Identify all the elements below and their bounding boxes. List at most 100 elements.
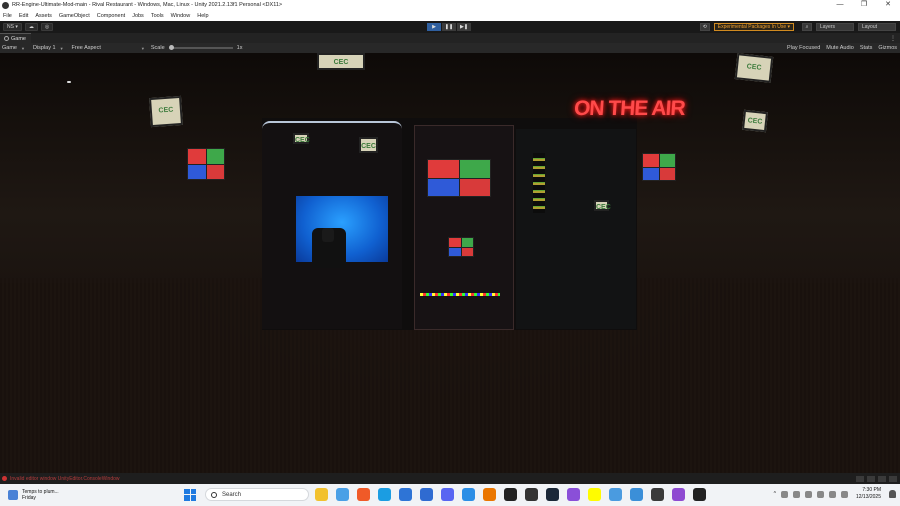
ceiling-light [67,81,71,83]
title-bar: RR-Engine-Ultimate-Mod-main - Rival Rest… [0,0,900,10]
mail-icon[interactable] [420,488,433,501]
weather-widget[interactable]: Temps to plum... Friday [8,489,59,501]
layout-dropdown[interactable]: Layout [858,23,896,31]
system-tray: ^ 7:30 PM 12/13/2025 [774,487,896,501]
unity-hub-icon[interactable] [504,488,517,501]
steam-icon[interactable] [546,488,559,501]
step-button[interactable]: ▶❚ [457,23,471,31]
mode-dropdown[interactable]: Game ▼ [2,45,31,51]
close-button[interactable]: ✕ [876,0,900,10]
store-icon[interactable] [399,488,412,501]
menu-edit[interactable]: Edit [19,13,28,19]
tab-bar: Game ⋮ [0,33,900,43]
vscode-icon[interactable] [462,488,475,501]
menu-file[interactable]: File [3,13,12,19]
light-tower [533,153,545,213]
menu-help[interactable]: Help [197,13,208,19]
search-icon[interactable]: ⌕ [802,23,812,31]
layers-dropdown[interactable]: Layers [816,23,854,31]
microphone-icon[interactable] [804,490,812,498]
tab-game[interactable]: Game [0,33,31,43]
account-label: NS [7,24,14,30]
aspect-label: Free Aspect [71,45,101,51]
taskbar-apps: Search [184,488,714,501]
obs-icon[interactable] [693,488,706,501]
menu-window[interactable]: Window [171,13,191,19]
animatronic-head [322,228,334,242]
unity-app-icon [2,1,9,9]
status-message[interactable]: Invalid editor window UnityEditor.Consol… [10,476,120,482]
clock[interactable]: 7:30 PM 12/13/2025 [856,487,881,501]
progress-icon[interactable] [867,475,875,482]
status-bar: Invalid editor window UnityEditor.Consol… [0,473,900,484]
on-the-air-sign: ON THE AIR [573,97,686,120]
scale-slider[interactable] [168,45,233,50]
play-button[interactable]: ▶ [427,23,441,31]
search-placeholder: Search [222,491,242,498]
scale-label: Scale [150,45,165,51]
play-controls: ▶ ❚❚ ▶❚ [427,23,472,31]
notification-bell-icon[interactable] [889,490,896,498]
mute-audio-toggle[interactable]: Mute Audio [826,45,854,51]
menu-gameobject[interactable]: GameObject [59,13,90,19]
menu-tools[interactable]: Tools [151,13,164,19]
discord-icon[interactable] [441,488,454,501]
tab-menu-icon[interactable]: ⋮ [890,35,896,42]
file-explorer-icon[interactable] [315,488,328,501]
history-icon[interactable]: ⟲ [699,23,710,31]
weather-icon [8,490,18,500]
snapchat-icon[interactable] [588,488,601,501]
game-view-controls: Game ▼ Display 1 ▼ Free Aspect ▼ Scale 1x P… [0,43,900,53]
pause-button[interactable]: ❚❚ [442,23,456,31]
lighting-icon[interactable] [889,475,897,482]
game-viewport[interactable]: ON THE AIR [0,53,900,473]
search-icon [211,491,217,498]
aspect-dropdown[interactable]: Free Aspect ▼ [72,45,151,51]
tab-game-label: Game [11,35,26,42]
cloud-icon[interactable]: ☁ [24,23,38,31]
brave-icon[interactable] [357,488,370,501]
chevron-down-icon: ▼ [59,45,64,51]
notepad-icon[interactable] [609,488,622,501]
stats-toggle[interactable]: Stats [860,45,873,51]
unity-icon[interactable] [525,488,538,501]
visual-studio-icon[interactable] [672,488,685,501]
cec-sign-stage-1 [293,133,309,144]
edge-icon[interactable] [378,488,391,501]
blender-icon[interactable] [483,488,496,501]
stage-center-section [414,125,514,330]
scale-value: 1x [236,45,243,51]
main-toolbar: NS ▾ ☁ ◎ ▶ ❚❚ ▶❚ ⟲ Experimental Packages… [0,21,900,33]
bug-icon[interactable] [856,475,864,482]
start-icon[interactable] [184,488,196,501]
play-focused-dropdown[interactable]: Play Focused [787,45,820,51]
pinned-apps [315,488,714,501]
gallery-icon[interactable] [630,488,643,501]
menu-component[interactable]: Component [97,13,125,19]
photos-icon[interactable] [336,488,349,501]
taskbar-search[interactable]: Search [205,488,309,501]
battery-icon[interactable] [840,490,848,498]
headset-icon[interactable] [567,488,580,501]
menu-assets[interactable]: Assets [35,13,52,19]
tv-monitor-center [427,159,491,197]
tv-monitor-left [187,148,225,180]
terminal-icon[interactable] [651,488,664,501]
tray-app-icon[interactable] [780,490,788,498]
volume-icon[interactable] [828,490,836,498]
account-button[interactable]: NS ▾ [3,23,22,31]
location-icon[interactable] [792,490,800,498]
chevron-down-icon: ▼ [20,45,25,51]
wifi-icon[interactable] [816,490,824,498]
maximize-button[interactable]: ❐ [852,0,876,10]
experimental-packages-badge[interactable]: Experimental Packages In Use ▾ [713,23,794,31]
minimize-button[interactable]: — [828,0,852,10]
menu-jobs[interactable]: Jobs [132,13,144,19]
display-dropdown[interactable]: Display 1 ▼ [33,45,70,51]
chevron-up-icon[interactable]: ^ [774,491,776,497]
settings-icon[interactable] [878,475,886,482]
scale-slider-knob[interactable] [168,45,174,50]
gizmos-dropdown[interactable]: Gizmos [878,45,897,51]
collab-icon[interactable]: ◎ [40,23,54,31]
tv-monitor-right [642,153,676,181]
